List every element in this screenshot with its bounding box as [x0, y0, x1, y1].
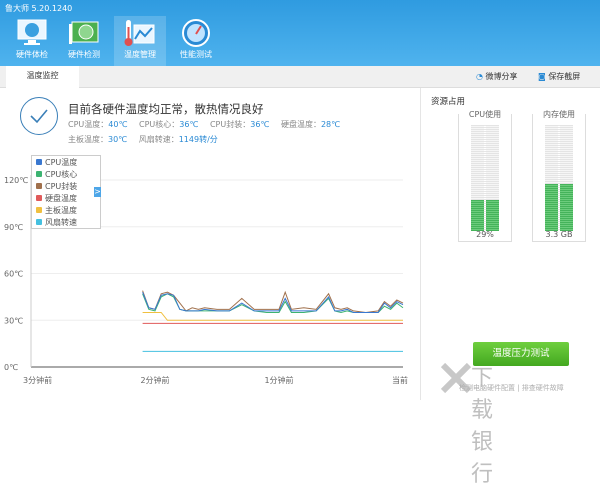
legend-label: CPU封装: [45, 182, 78, 191]
y-tick-label: 90℃: [4, 223, 23, 232]
thermometer-chart-icon: [124, 20, 155, 46]
y-tick-label: 30℃: [4, 316, 23, 325]
legend-label: 风扇转速: [45, 218, 77, 227]
x-tick-label: 2分钟前: [140, 375, 169, 385]
check-icon: [20, 97, 58, 135]
series-line-CPU封装: [142, 290, 404, 313]
x-tick-label: 3分钟前: [23, 375, 52, 385]
monitor-icon: [17, 19, 47, 45]
nav-temperature[interactable]: 温度管理: [114, 16, 166, 66]
watermark: 下载银行 检测电脑硬件配置 | 排查硬件故障: [440, 362, 564, 487]
legend-swatch: [36, 195, 42, 201]
y-tick-label: 120℃: [4, 176, 28, 185]
legend-collapse-button[interactable]: >: [94, 187, 101, 197]
legend-swatch: [36, 159, 42, 165]
tab-temperature-monitor[interactable]: 温度监控: [6, 66, 79, 88]
nav-label: 硬件体检: [16, 50, 48, 59]
app-title: 鲁大师 5.20.1240: [5, 4, 73, 13]
legend-label: CPU温度: [45, 158, 78, 167]
memory-usage-gauge: 内存使用 3.3 GB: [532, 110, 586, 242]
resource-panel: 资源占用 CPU使用 29% 内存使用 3.3 GB 温度压力测试 下载银行 检…: [420, 88, 600, 487]
tab-bar: 温度监控 ◔ 微博分享 ◙ 保存截屏: [0, 66, 600, 88]
weibo-icon: ◔: [476, 72, 483, 81]
camera-icon: ◙: [538, 72, 546, 81]
speedometer-icon: [182, 19, 210, 47]
legend-label: 主板温度: [45, 206, 77, 215]
cpu-usage-gauge: CPU使用 29%: [458, 110, 512, 242]
y-tick-label: 60℃: [4, 270, 23, 279]
legend-label: CPU核心: [45, 170, 78, 179]
chart-legend: CPU温度 CPU核心 CPU封装硬盘温度主板温度风扇转速: [31, 155, 101, 229]
status-row-2: 主板温度：30℃ 风扇转速：1149转/分: [68, 135, 218, 144]
nav-label: 性能测试: [180, 50, 212, 59]
weibo-share-button[interactable]: ◔ 微博分享: [476, 71, 518, 82]
legend-label: 硬盘温度: [45, 194, 77, 203]
nav-label: 温度管理: [124, 50, 156, 59]
status-row-1: CPU温度：40℃ CPU核心：36℃ CPU封装：36℃ 硬盘温度：28℃: [68, 120, 341, 129]
x-tick-label: 当前: [392, 375, 408, 385]
x-tick-label: 1分钟前: [264, 375, 293, 385]
legend-swatch: [36, 183, 42, 189]
legend-item[interactable]: CPU封装: [36, 181, 96, 193]
legend-swatch: [36, 171, 42, 177]
status-headline: 目前各硬件温度均正常，散热情况良好: [68, 102, 264, 116]
series-line-主板温度: [142, 311, 403, 321]
nav-label: 硬件检测: [68, 50, 100, 59]
legend-item[interactable]: 风扇转速: [36, 217, 96, 229]
legend-item[interactable]: 硬盘温度: [36, 193, 96, 205]
legend-item[interactable]: CPU核心: [36, 169, 96, 181]
y-tick-label: 0℃: [4, 363, 18, 372]
save-screenshot-button[interactable]: ◙ 保存截屏: [538, 71, 580, 82]
nav-performance[interactable]: 性能测试: [170, 16, 222, 66]
resource-title: 资源占用: [431, 97, 466, 107]
legend-swatch: [36, 207, 42, 213]
legend-item[interactable]: 主板温度: [36, 205, 96, 217]
legend-swatch: [36, 219, 42, 225]
nav-hardware-detect[interactable]: 硬件检测: [58, 16, 110, 66]
legend-item[interactable]: CPU温度: [36, 157, 96, 169]
nav-hardware-checkup[interactable]: 硬件体检: [6, 16, 58, 66]
graphics-card-icon: [69, 21, 99, 44]
